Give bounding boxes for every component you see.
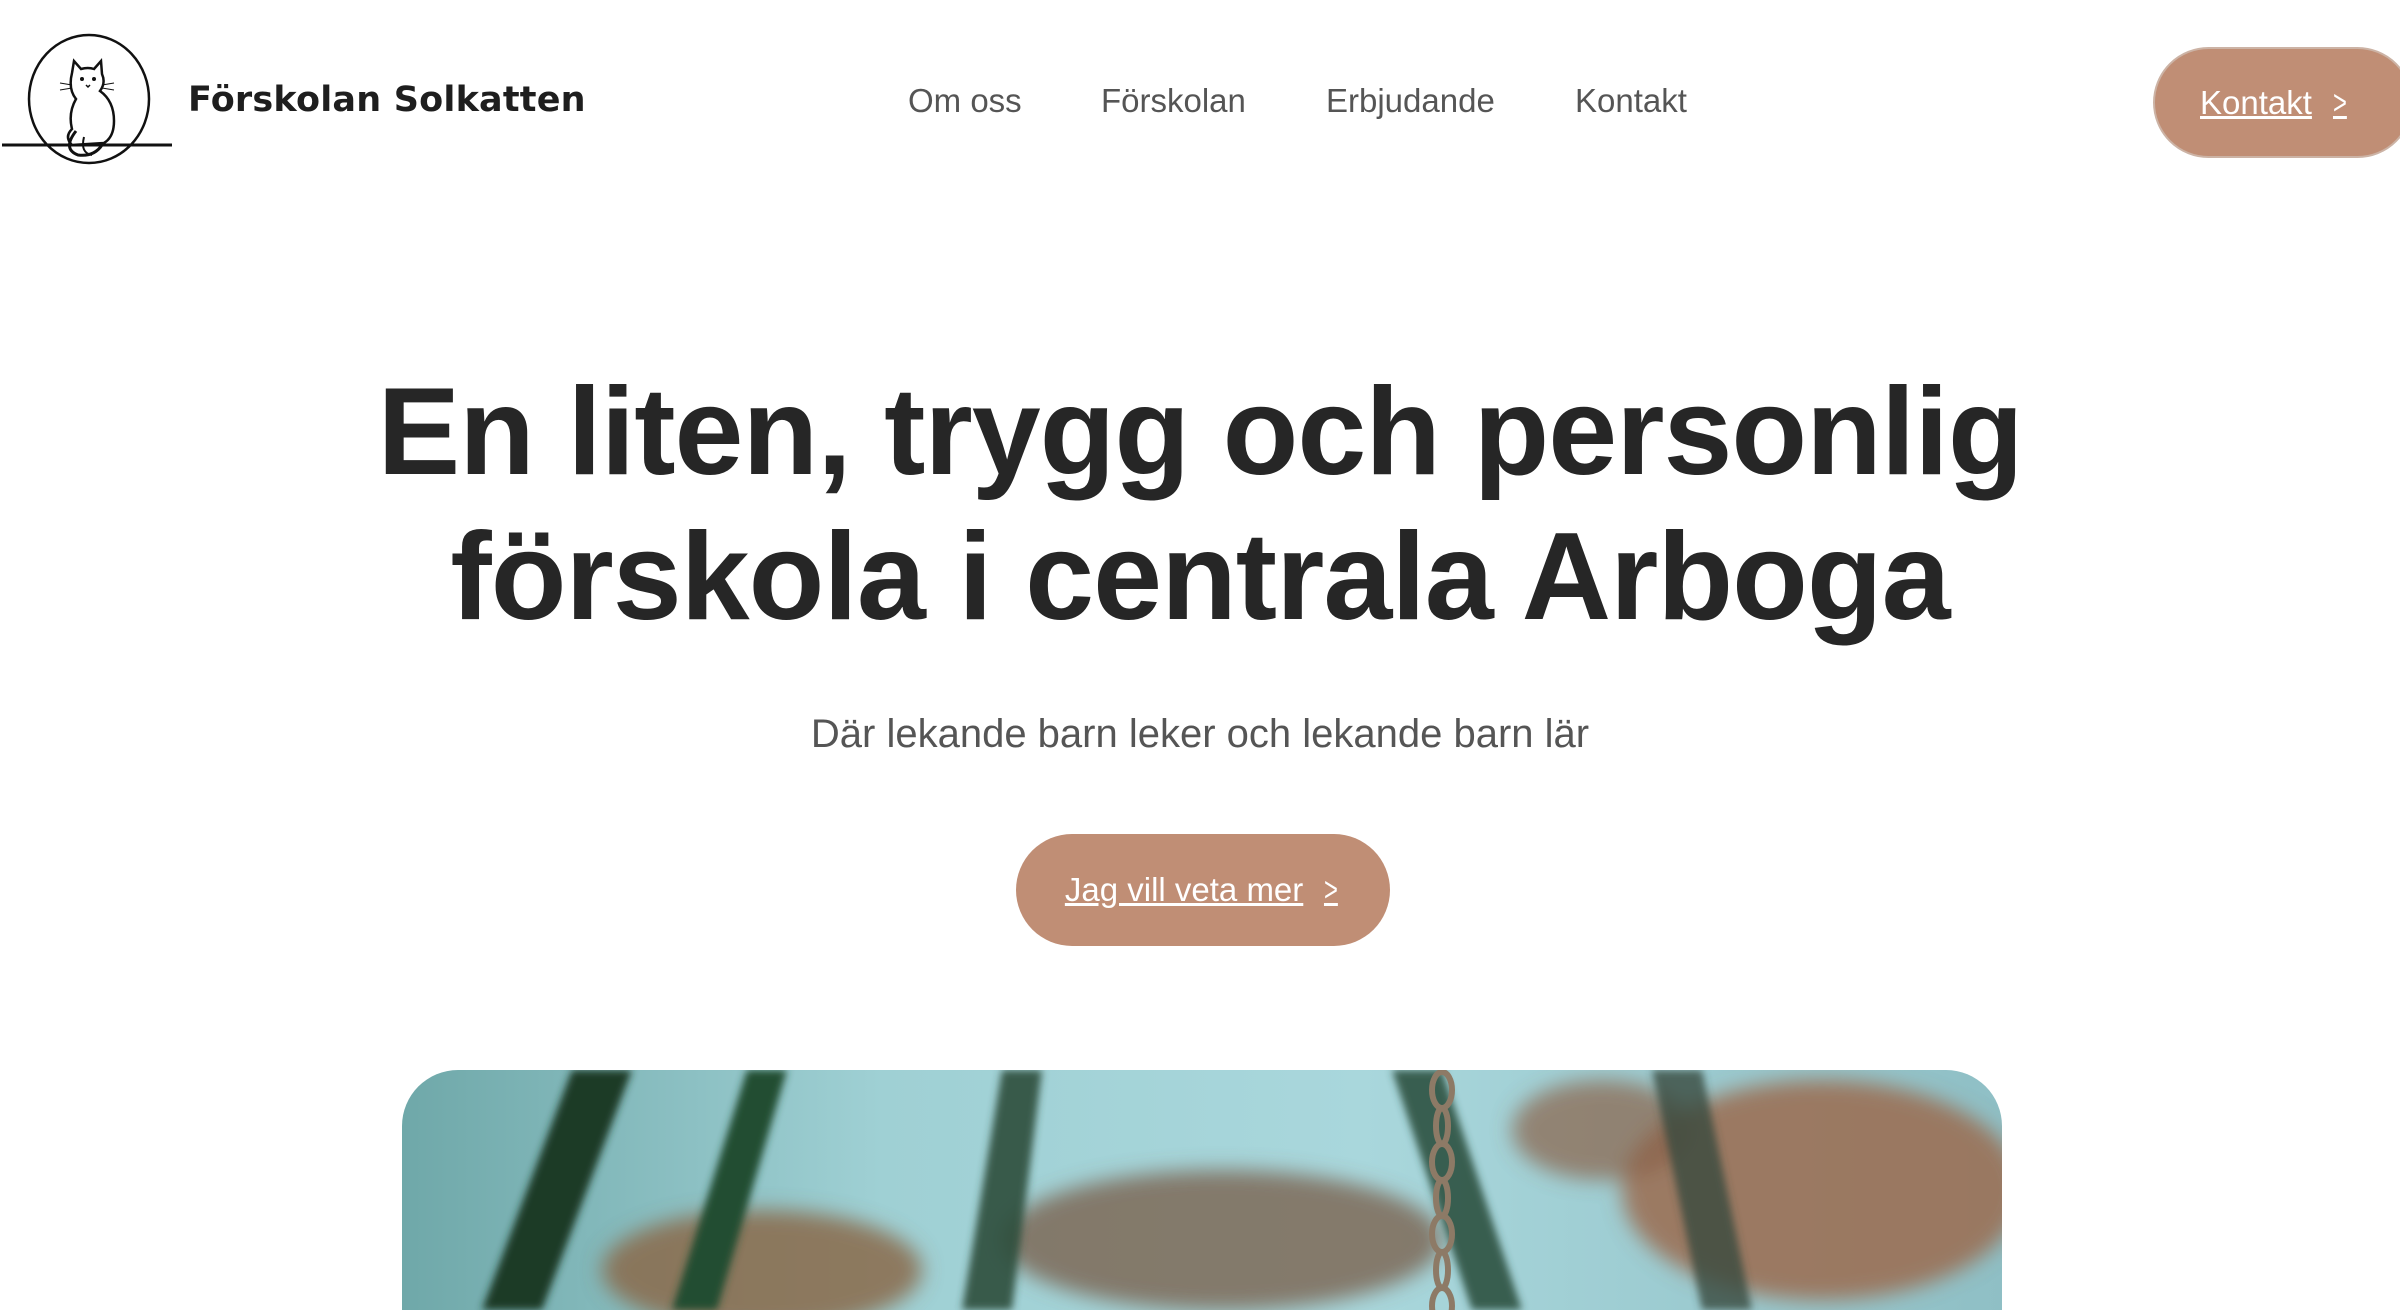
chevron-right-icon: > [2332,83,2347,122]
main-nav: Om oss Förskolan Erbjudande Kontakt [0,82,2400,128]
nav-item-erbjudande[interactable]: Erbjudande [1326,82,1495,120]
playground-swing-photo-icon [402,1070,2002,1310]
nav-item-forskolan[interactable]: Förskolan [1101,82,1246,120]
nav-item-kontakt[interactable]: Kontakt [1575,82,1687,120]
hero-title-line-2: förskola i centrala Arboga [450,508,1950,646]
hero-image [402,1070,2002,1310]
hero-title: En liten, trygg och personlig förskola i… [0,360,2400,650]
site-header: Förskolan Solkatten Om oss Förskolan Erb… [0,0,2400,210]
header-contact-label: Kontakt [2200,83,2312,121]
header-contact-button[interactable]: Kontakt > [2153,47,2400,158]
learn-more-label: Jag vill veta mer [1064,871,1304,908]
nav-item-om-oss[interactable]: Om oss [908,82,1022,120]
learn-more-button[interactable]: Jag vill veta mer > [1016,834,1390,946]
chevron-right-icon: > [1324,871,1339,909]
hero-title-line-1: En liten, trygg och personlig [377,363,2023,501]
hero-subtitle: Där lekande barn leker och lekande barn … [810,712,1590,756]
